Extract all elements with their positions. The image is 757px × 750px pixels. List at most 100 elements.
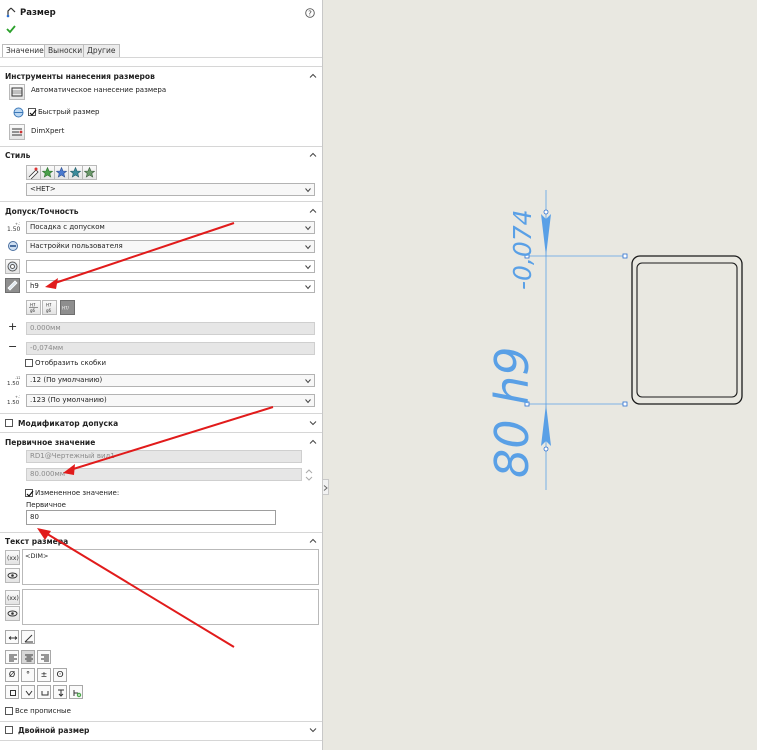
align-left-icon[interactable] xyxy=(5,650,19,664)
text-position-icon[interactable]: (xx) xyxy=(5,550,20,565)
handle-point[interactable] xyxy=(543,446,549,452)
section-divider xyxy=(0,432,322,433)
rectangle-tube-profile[interactable] xyxy=(631,255,743,405)
override-value-input[interactable]: 80 xyxy=(26,510,276,525)
primary-precision-icon: 1.50 .12 xyxy=(7,376,20,387)
section-divider xyxy=(0,740,322,741)
tab-value[interactable]: Значение xyxy=(2,44,48,58)
spin-arrows-icon[interactable] xyxy=(305,467,313,483)
chevron-down-icon xyxy=(305,379,311,384)
dim-text-header: Текст размера xyxy=(5,537,69,546)
tol-modifier-checkbox[interactable] xyxy=(5,419,13,427)
handle-point[interactable] xyxy=(543,209,549,215)
shaft-fit-value: h9 xyxy=(30,282,39,290)
align-center-icon[interactable] xyxy=(21,650,35,664)
quick-dimension-checkbox[interactable] xyxy=(28,108,37,116)
primary-value-field[interactable]: 80.000мм xyxy=(26,468,302,481)
override-value-checkbox[interactable] xyxy=(25,489,34,497)
dimxpert-icon[interactable] xyxy=(9,124,25,140)
classification-value: Настройки пользователя xyxy=(30,242,123,250)
chevron-up-icon[interactable] xyxy=(309,151,317,159)
dimension-tolerance-text[interactable]: -0,074 xyxy=(508,209,537,290)
shaft-fit-select[interactable]: h9 xyxy=(26,280,315,293)
angled-justify-icon[interactable] xyxy=(21,630,35,644)
chevron-down-icon[interactable] xyxy=(309,419,317,427)
minus-icon: − xyxy=(8,340,18,353)
drawing-view[interactable]: 80 h9 -0,074 xyxy=(329,0,757,750)
dimension-value-text[interactable]: 80 h9 xyxy=(485,346,539,478)
chevron-up-icon[interactable] xyxy=(309,207,317,215)
centerline-symbol-button[interactable]: ⵙ xyxy=(53,668,67,682)
diameter-symbol-button[interactable]: Ø xyxy=(5,668,19,682)
inline-fit-icon[interactable]: H7/ xyxy=(60,300,75,315)
chevron-up-icon[interactable] xyxy=(309,438,317,446)
chevron-up-icon[interactable] xyxy=(309,537,317,545)
style-select-value: <НЕТ> xyxy=(30,185,56,193)
svg-text:1.50: 1.50 xyxy=(7,400,20,406)
hole-fit-select[interactable] xyxy=(26,260,315,273)
text-position-icon[interactable]: (xx) xyxy=(5,590,20,605)
reference-field[interactable]: RD1@Чертежный вид1 xyxy=(26,450,302,463)
svg-text:g6: g6 xyxy=(46,308,52,313)
tolerance-type-select[interactable]: Посадка с допуском xyxy=(26,221,315,234)
square-symbol-icon[interactable] xyxy=(5,685,19,699)
shaft-fit-icon[interactable] xyxy=(5,278,20,293)
auto-dimension-icon[interactable] xyxy=(9,84,25,100)
svg-text:(xx): (xx) xyxy=(7,555,19,562)
upper-tolerance-field[interactable]: 0.000мм xyxy=(26,322,315,335)
stacked-fraction-icon[interactable]: H7 g6 xyxy=(26,300,41,315)
classification-icon xyxy=(8,241,18,251)
style-select[interactable]: <НЕТ> xyxy=(26,183,315,196)
align-right-icon[interactable] xyxy=(37,650,51,664)
dim-text-bottom[interactable] xyxy=(22,589,319,625)
update-style-icon[interactable] xyxy=(54,165,69,180)
section-divider xyxy=(0,413,322,414)
apply-style-icon[interactable] xyxy=(26,165,41,180)
svg-text:H7: H7 xyxy=(46,303,52,308)
horizontal-justify-icon[interactable] xyxy=(5,630,19,644)
plus-minus-symbol-button[interactable]: ± xyxy=(37,668,51,682)
tolerance-precision-icon: 1.50 +.1 xyxy=(7,395,20,406)
svg-text:.12: .12 xyxy=(15,376,20,380)
tab-leaders[interactable]: Выноски xyxy=(44,44,87,58)
chevron-down-icon xyxy=(305,265,311,270)
quick-dimension-label: Быстрый размер xyxy=(38,108,100,116)
chevron-down-icon[interactable] xyxy=(309,726,317,734)
hole-fit-icon[interactable] xyxy=(5,259,20,274)
all-caps-checkbox[interactable] xyxy=(5,707,13,715)
checkmark-icon[interactable] xyxy=(6,24,16,34)
save-style-icon[interactable] xyxy=(68,165,83,180)
svg-text:?: ? xyxy=(308,10,312,18)
degree-symbol-button[interactable]: ° xyxy=(21,668,35,682)
add-style-icon[interactable] xyxy=(40,165,55,180)
link-icon[interactable] xyxy=(5,606,20,621)
link-icon[interactable] xyxy=(5,568,20,583)
more-symbols-icon[interactable] xyxy=(69,685,83,699)
primary-precision-select[interactable]: .12 (По умолчанию) xyxy=(26,374,315,387)
smart-dimension-icon xyxy=(6,7,16,18)
question-icon[interactable]: ? xyxy=(305,8,315,18)
svg-text:+.1: +.1 xyxy=(15,395,20,399)
show-parens-checkbox[interactable] xyxy=(25,359,33,367)
lower-tolerance-field[interactable]: -0,074мм xyxy=(26,342,315,355)
chevron-up-icon[interactable] xyxy=(309,72,317,80)
counterbore-symbol-icon[interactable] xyxy=(37,685,51,699)
drawing-canvas[interactable]: 80 h9 -0,074 xyxy=(329,0,757,750)
dim-text-top[interactable]: <DIM> xyxy=(22,549,319,585)
countersink-symbol-icon[interactable] xyxy=(21,685,35,699)
linear-fraction-icon[interactable]: H7 g6 xyxy=(42,300,57,315)
handle-point[interactable] xyxy=(622,401,628,407)
dual-dimension-checkbox[interactable] xyxy=(5,726,13,734)
handle-point[interactable] xyxy=(622,253,628,259)
auto-dimension-label: Автоматическое нанесение размера xyxy=(31,86,167,94)
classification-select[interactable]: Настройки пользователя xyxy=(26,240,315,253)
svg-text:1.50: 1.50 xyxy=(7,226,20,233)
primary-value-header: Первичное значение xyxy=(5,438,96,447)
tolerance-header: Допуск/Точность xyxy=(5,207,79,216)
plus-icon: + xyxy=(8,320,18,333)
tolerance-precision-select[interactable]: .123 (По умолчанию) xyxy=(26,394,315,407)
tab-other[interactable]: Другие xyxy=(83,44,120,58)
depth-symbol-icon[interactable] xyxy=(53,685,67,699)
quick-dimension-icon xyxy=(13,107,24,118)
load-style-icon[interactable] xyxy=(82,165,97,180)
